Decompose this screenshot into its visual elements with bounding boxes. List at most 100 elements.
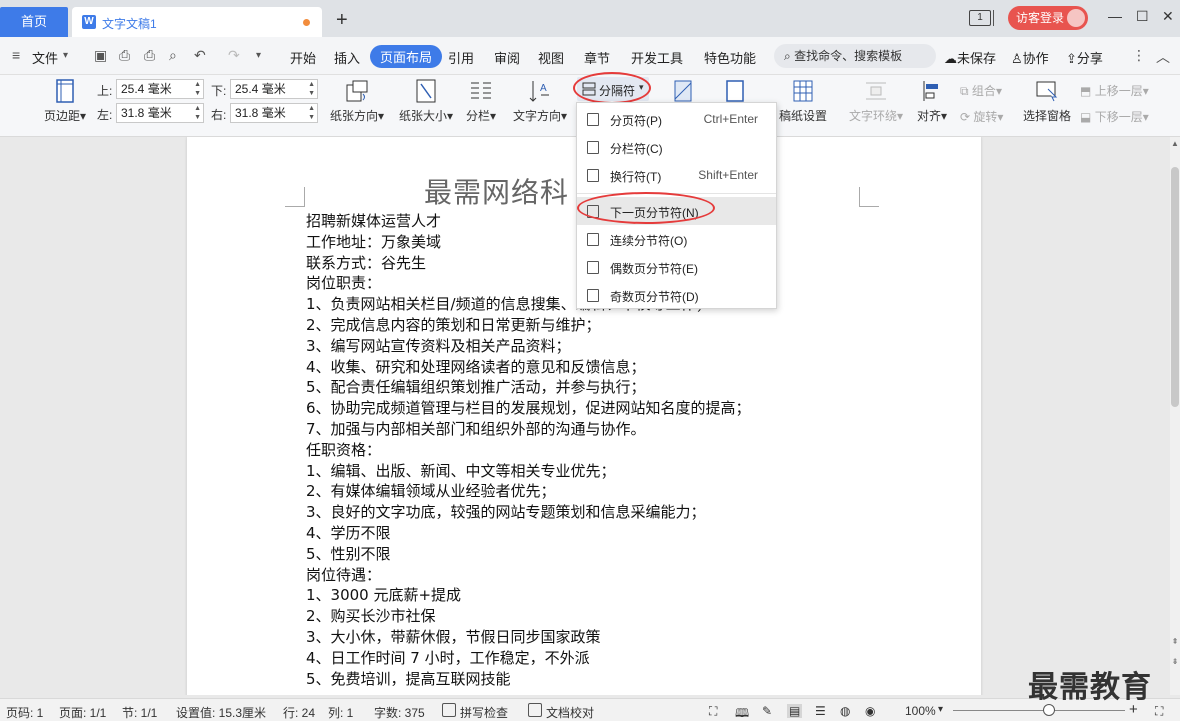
tab-developer[interactable]: 开发工具	[631, 48, 683, 67]
status-setting-value[interactable]: 设置值: 15.3厘米	[176, 704, 266, 721]
file-menu[interactable]: 文件	[32, 48, 58, 67]
command-search-input[interactable]: ⌕ 查找命令、搜索模板	[774, 44, 936, 68]
menu-item-shortcut: Ctrl+Enter	[703, 112, 758, 126]
fullscreen-icon[interactable]: ⛶	[709, 704, 717, 719]
tab-page-layout[interactable]: 页面布局	[370, 45, 443, 68]
quick-access-more-icon[interactable]: ▾	[256, 50, 261, 61]
export-icon[interactable]: ⎙	[119, 47, 130, 64]
align-button[interactable]: 对齐▾	[914, 79, 950, 124]
user-icon: ♙	[1011, 51, 1023, 66]
hamburger-icon[interactable]: ≡	[12, 47, 20, 63]
margins-button[interactable]: 页边距▾	[42, 79, 88, 124]
proofread-button[interactable]: 文档校对	[546, 704, 594, 721]
status-page-number[interactable]: 页码: 1	[6, 704, 43, 721]
scroll-down-page-icon[interactable]: ⇟	[1170, 657, 1180, 666]
text-direction-button[interactable]: A 文字方向▾	[510, 79, 570, 124]
document-line: 4、学历不限	[306, 523, 391, 542]
bring-forward-label: 上移一层	[1094, 84, 1143, 98]
scroll-up-icon[interactable]: ▲	[1170, 139, 1180, 148]
spellcheck-button[interactable]: 拼写检查	[460, 704, 508, 721]
menu-item-continuous-section[interactable]: 连续分节符(O)	[577, 225, 776, 253]
window-count-icon[interactable]: 1	[969, 10, 991, 26]
save-icon[interactable]: ▣	[94, 47, 107, 64]
document-line: 岗位待遇：	[306, 565, 382, 584]
tab-document[interactable]: W 文字文稿1	[72, 7, 322, 37]
web-view-icon[interactable]: ◍	[840, 704, 850, 718]
print-icon[interactable]: ⎙	[144, 47, 155, 64]
fit-page-icon[interactable]: ⛶	[1155, 704, 1163, 719]
tab-view[interactable]: 视图	[538, 48, 564, 67]
menu-item-line-break[interactable]: 换行符(T) Shift+Enter	[577, 161, 776, 189]
tab-references[interactable]: 引用	[448, 48, 474, 67]
group-button[interactable]: ⧉ 组合▾	[960, 82, 1002, 99]
status-section[interactable]: 节: 1/1	[122, 704, 157, 721]
more-icon[interactable]: ⋮	[1132, 47, 1146, 64]
status-word-count[interactable]: 字数: 375	[374, 704, 425, 721]
status-pages[interactable]: 页面: 1/1	[59, 704, 106, 721]
share-icon: ⇪	[1066, 51, 1077, 66]
eye-protection-icon[interactable]: ◉	[865, 704, 875, 718]
orientation-button[interactable]: 纸张方向▾	[327, 79, 387, 124]
menu-item-even-page-section[interactable]: 偶数页分节符(E)	[577, 253, 776, 281]
tab-start[interactable]: 开始	[290, 48, 316, 67]
redo-icon[interactable]: ↷	[228, 47, 240, 64]
print-preview-icon[interactable]: ⌕	[169, 47, 177, 64]
scroll-up-page-icon[interactable]: ⇞	[1170, 637, 1180, 646]
margin-left-input[interactable]: 31.8 毫米 ▲ ▼	[116, 103, 204, 123]
collapse-ribbon-icon[interactable]: ︿	[1156, 47, 1170, 67]
new-tab-button[interactable]: +	[336, 9, 348, 31]
menu-item-label: 分页符(P)	[610, 114, 662, 128]
spinner-icon[interactable]: ▲ ▼	[308, 80, 315, 98]
tab-home[interactable]: 首页	[0, 7, 68, 37]
chevron-down-icon[interactable]: ▾	[63, 50, 68, 61]
menu-item-page-break[interactable]: 分页符(P) Ctrl+Enter	[577, 105, 776, 133]
rotate-button[interactable]: ⟳ 旋转▾	[960, 108, 1003, 125]
zoom-dropdown-icon[interactable]: ▾	[938, 704, 943, 715]
share-button[interactable]: ⇪分享	[1066, 48, 1103, 67]
text-wrap-icon	[866, 82, 886, 100]
undo-icon[interactable]: ↶	[194, 47, 206, 64]
reading-mode-icon[interactable]: 🕮	[735, 704, 749, 721]
watermark-logo: 最需教育	[1028, 671, 1152, 704]
text-wrap-button[interactable]: 文字环绕▾	[846, 79, 906, 124]
tab-features[interactable]: 特色功能	[704, 48, 756, 67]
unsaved-button[interactable]: ☁未保存	[944, 48, 996, 67]
send-backward-button[interactable]: ⬓ 下移一层▾	[1080, 108, 1149, 125]
selection-pane-button[interactable]: 选择窗格	[1022, 79, 1072, 124]
orientation-label: 纸张方向	[329, 109, 378, 123]
spellcheck-icon	[442, 703, 456, 717]
spinner-icon[interactable]: ▲ ▼	[194, 104, 201, 122]
vertical-scrollbar[interactable]: ▲ ⇞ ⇟	[1170, 137, 1180, 695]
tab-insert[interactable]: 插入	[334, 48, 360, 67]
tab-review[interactable]: 审阅	[494, 48, 520, 67]
collab-button[interactable]: ♙协作	[1011, 48, 1049, 67]
bring-forward-button[interactable]: ⬒ 上移一层▾	[1080, 82, 1149, 99]
edit-mode-icon[interactable]: ✎	[762, 704, 772, 718]
maximize-icon[interactable]: ☐	[1136, 8, 1149, 25]
margin-bottom-input[interactable]: 25.4 毫米 ▲ ▼	[230, 79, 318, 99]
margin-top-value: 25.4 毫米	[121, 82, 172, 96]
zoom-level[interactable]: 100%	[905, 704, 936, 718]
search-icon: ⌕	[784, 49, 791, 63]
close-icon[interactable]: ✕	[1162, 8, 1174, 25]
margin-right-input[interactable]: 31.8 毫米 ▲ ▼	[230, 103, 318, 123]
tab-chapter[interactable]: 章节	[584, 48, 610, 67]
margins-icon	[56, 79, 74, 103]
menu-item-odd-page-section[interactable]: 奇数页分节符(D)	[577, 281, 776, 309]
outline-view-icon[interactable]: ☰	[815, 704, 826, 718]
unsaved-label: 未保存	[957, 51, 997, 66]
spinner-icon[interactable]: ▲ ▼	[308, 104, 315, 122]
draft-settings-button[interactable]: 稿纸设置	[778, 79, 828, 124]
continuous-section-icon	[587, 233, 599, 246]
zoom-slider-track[interactable]	[953, 710, 1125, 711]
paper-size-button[interactable]: 纸张大小▾	[396, 79, 456, 124]
menu-item-column-break[interactable]: 分栏符(C)	[577, 133, 776, 161]
page-view-icon[interactable]: ▤	[787, 704, 803, 718]
document-line: 5、性别不限	[306, 544, 391, 563]
minimize-icon[interactable]: —	[1108, 8, 1122, 24]
scrollbar-thumb[interactable]	[1171, 167, 1179, 407]
spinner-icon[interactable]: ▲ ▼	[194, 80, 201, 98]
login-button[interactable]: 访客登录	[1008, 6, 1088, 30]
columns-button[interactable]: 分栏▾	[464, 79, 498, 124]
margin-top-input[interactable]: 25.4 毫米 ▲ ▼	[116, 79, 204, 99]
